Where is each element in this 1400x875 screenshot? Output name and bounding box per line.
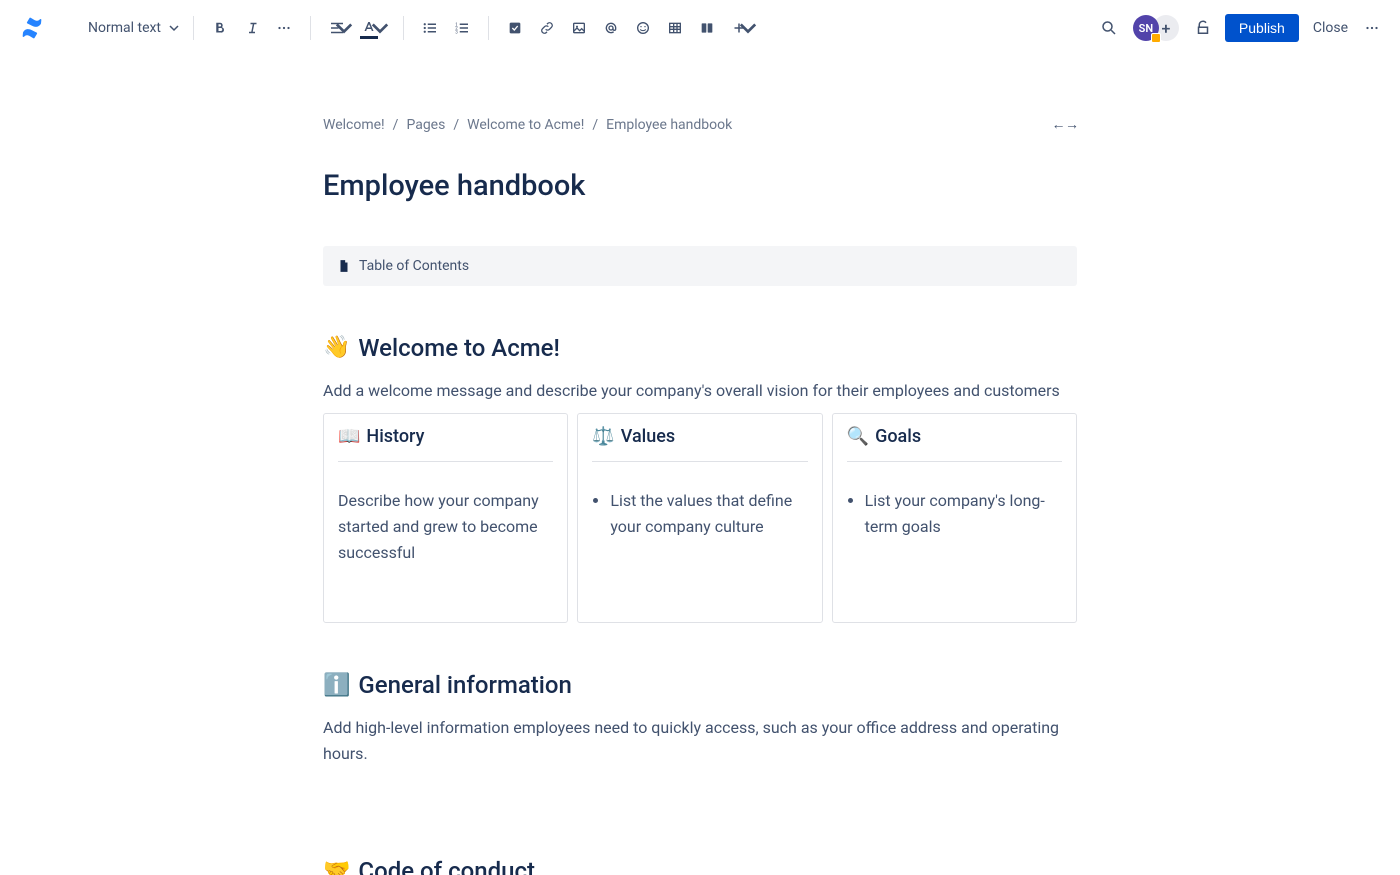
svg-text:3: 3	[455, 29, 458, 35]
toc-label: Table of Contents	[359, 258, 469, 274]
close-button[interactable]: Close	[1305, 14, 1356, 42]
action-item-button[interactable]	[499, 12, 531, 44]
bullet-list-button[interactable]	[414, 12, 446, 44]
table-of-contents-macro[interactable]: Table of Contents	[323, 246, 1077, 286]
breadcrumb-item[interactable]: Pages	[406, 117, 445, 133]
card-goals[interactable]: 🔍Goals List your company's long-term goa…	[832, 413, 1077, 623]
editor-content[interactable]: Welcome! / Pages / Welcome to Acme! / Em…	[315, 56, 1085, 875]
section-heading-welcome[interactable]: 👋 Welcome to Acme!	[323, 334, 1077, 362]
card-history[interactable]: 📖History Describe how your company start…	[323, 413, 568, 623]
magnifier-emoji: 🔍	[847, 426, 869, 447]
content-width-toggle[interactable]: ← →	[1052, 116, 1077, 133]
find-replace-button[interactable]	[1093, 12, 1125, 44]
scales-emoji: ⚖️	[592, 426, 614, 447]
bold-button[interactable]	[204, 12, 236, 44]
breadcrumb: Welcome! / Pages / Welcome to Acme! / Em…	[323, 117, 732, 133]
chevron-down-icon	[739, 19, 757, 37]
image-button[interactable]	[563, 12, 595, 44]
breadcrumb-item[interactable]: Welcome!	[323, 117, 385, 133]
separator	[310, 16, 311, 40]
chevron-down-icon	[335, 19, 353, 37]
emoji-button[interactable]	[627, 12, 659, 44]
confluence-logo[interactable]	[20, 16, 44, 40]
divider	[592, 461, 807, 462]
divider	[338, 461, 553, 462]
three-column-layout: 📖History Describe how your company start…	[323, 413, 1077, 623]
editor-toolbar: Normal text 123 SN + Publish Close	[0, 0, 1400, 56]
text-style-dropdown[interactable]: Normal text	[84, 14, 183, 42]
table-button[interactable]	[659, 12, 691, 44]
book-emoji: 📖	[338, 426, 360, 447]
handshake-emoji: 🤝	[323, 858, 350, 875]
align-dropdown[interactable]	[321, 12, 353, 44]
section-intro[interactable]: Add a welcome message and describe your …	[323, 378, 1077, 404]
restrictions-button[interactable]	[1187, 12, 1219, 44]
mention-button[interactable]	[595, 12, 627, 44]
separator	[193, 16, 194, 40]
breadcrumb-item[interactable]: Welcome to Acme!	[467, 117, 584, 133]
section-heading-general[interactable]: ℹ️ General information	[323, 671, 1077, 699]
chevron-down-icon	[169, 23, 179, 33]
chevron-down-icon	[371, 19, 389, 37]
text-color-dropdown[interactable]	[353, 12, 385, 44]
info-emoji: ℹ️	[323, 673, 350, 698]
text-style-label: Normal text	[88, 20, 161, 36]
more-actions-button[interactable]	[1356, 12, 1388, 44]
document-icon	[337, 258, 351, 274]
numbered-list-button[interactable]: 123	[446, 12, 478, 44]
layouts-button[interactable]	[691, 12, 723, 44]
page-title[interactable]: Employee handbook	[323, 169, 1077, 204]
card-values[interactable]: ⚖️Values List the values that define you…	[577, 413, 822, 623]
card-bullet[interactable]: List your company's long-term goals	[865, 488, 1062, 539]
user-avatar[interactable]: SN	[1133, 15, 1159, 41]
separator	[488, 16, 489, 40]
section-heading-conduct[interactable]: 🤝 Code of conduct	[323, 857, 1077, 875]
italic-button[interactable]	[236, 12, 268, 44]
wave-emoji: 👋	[323, 335, 350, 360]
divider	[847, 461, 1062, 462]
separator	[403, 16, 404, 40]
more-formatting-button[interactable]	[268, 12, 300, 44]
breadcrumb-item[interactable]: Employee handbook	[606, 117, 732, 133]
link-button[interactable]	[531, 12, 563, 44]
card-bullet[interactable]: List the values that define your company…	[610, 488, 807, 539]
section-intro[interactable]: Add high-level information employees nee…	[323, 715, 1077, 766]
publish-button[interactable]: Publish	[1225, 14, 1299, 42]
insert-dropdown[interactable]	[723, 12, 755, 44]
card-body[interactable]: Describe how your company started and gr…	[338, 488, 553, 565]
avatar-status-badge	[1151, 33, 1161, 43]
